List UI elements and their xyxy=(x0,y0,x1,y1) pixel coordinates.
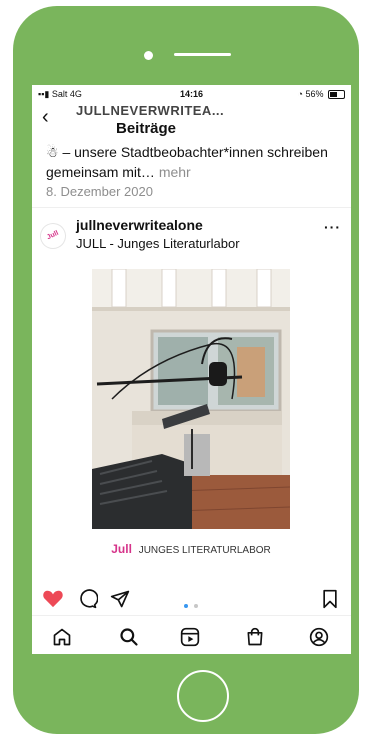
page-header: ‹ JULLNEVERWRITEA... Beiträge xyxy=(32,101,351,137)
post-action-bar xyxy=(32,587,351,609)
account-name: JULLNEVERWRITEA... xyxy=(76,103,225,118)
image-brand-caption: Jull JUNGES LITERATURLABOR xyxy=(92,542,290,556)
bottom-nav-bar xyxy=(32,615,351,654)
brand-text: JUNGES LITERATURLABOR xyxy=(138,545,271,556)
search-icon[interactable] xyxy=(119,627,139,647)
alarm-icon: ◔ xyxy=(297,89,303,99)
carousel-dot-active xyxy=(184,604,188,608)
heart-icon[interactable] xyxy=(42,588,64,608)
brand-logo: Jull xyxy=(111,542,132,556)
shop-icon[interactable] xyxy=(245,627,265,647)
caption-more-link[interactable]: mehr xyxy=(159,164,191,180)
status-time: 14:16 xyxy=(180,89,204,99)
home-icon[interactable] xyxy=(52,627,72,647)
carousel-dot xyxy=(194,604,199,608)
carrier-label: Salt xyxy=(51,89,68,99)
network-label: 4G xyxy=(69,89,82,99)
post-header: Jull jullneverwritealone JULL - Junges L… xyxy=(32,213,351,259)
carousel-indicator xyxy=(184,595,200,613)
phone-screen: ▪▪▮ Salt 4G 14:16 ◔ 56% ‹ JULLNEVERWRITE… xyxy=(32,85,351,654)
post-caption: ☃ – unsere Stadtbeobachter*innen schreib… xyxy=(46,142,341,182)
back-button[interactable]: ‹ xyxy=(42,107,49,127)
home-button[interactable] xyxy=(177,670,229,722)
status-carrier: ▪▪▮ Salt 4G xyxy=(38,89,82,100)
battery-icon xyxy=(328,90,345,100)
avatar[interactable]: Jull xyxy=(35,218,71,254)
post-username[interactable]: jullneverwritealone xyxy=(76,217,203,233)
post-more-button[interactable]: ··· xyxy=(324,219,341,235)
speaker-grille xyxy=(174,53,231,56)
bookmark-icon[interactable] xyxy=(321,589,339,609)
studio-photo xyxy=(92,269,290,529)
battery-percent: 56% xyxy=(305,89,324,99)
camera-dot xyxy=(144,51,153,60)
reels-icon[interactable] xyxy=(180,627,200,647)
divider xyxy=(32,207,351,208)
profile-icon[interactable] xyxy=(309,627,329,647)
status-bar: ▪▪▮ Salt 4G 14:16 ◔ 56% xyxy=(32,85,351,101)
snowman-icon: ☃ xyxy=(46,144,59,160)
signal-icon: ▪▪▮ xyxy=(38,89,50,99)
post-subtitle[interactable]: JULL - Junges Literaturlabor xyxy=(76,236,240,251)
status-battery: ◔ 56% xyxy=(297,89,345,100)
post-date: 8. Dezember 2020 xyxy=(46,184,153,199)
page-title: Beiträge xyxy=(116,120,177,137)
post-image[interactable] xyxy=(92,269,290,529)
share-icon[interactable] xyxy=(110,589,130,609)
comment-icon[interactable] xyxy=(78,589,98,609)
